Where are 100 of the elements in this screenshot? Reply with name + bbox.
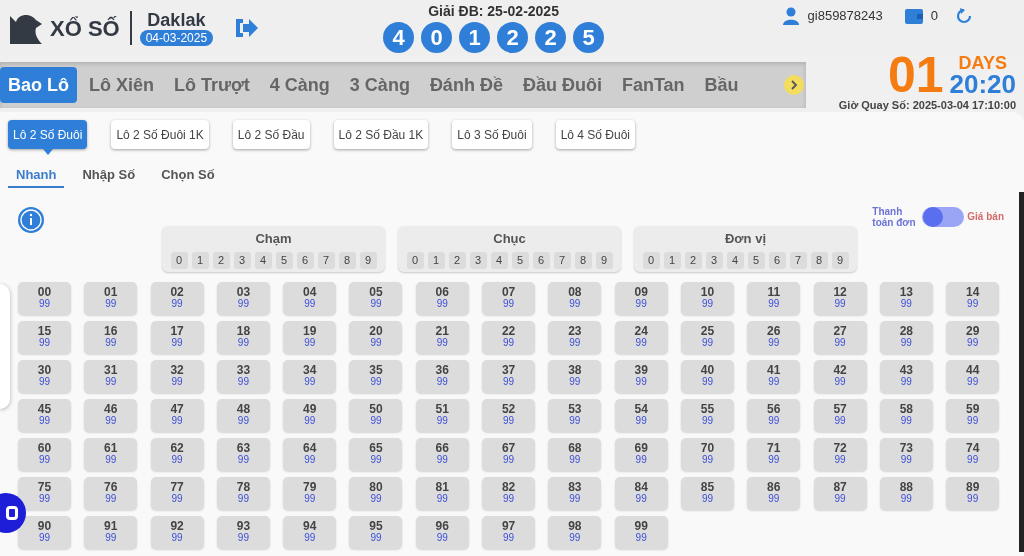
- number-cell[interactable]: 99 99: [614, 515, 668, 549]
- payment-toggle[interactable]: [922, 206, 965, 227]
- number-cell[interactable]: 87 99: [813, 476, 867, 510]
- number-cell[interactable]: 59 99: [946, 398, 1000, 432]
- digit-chip[interactable]: 3: [469, 252, 487, 269]
- number-cell[interactable]: 74 99: [946, 437, 1000, 471]
- number-cell[interactable]: 15 99: [18, 320, 71, 354]
- user-icon[interactable]: [781, 7, 800, 25]
- number-cell[interactable]: 06 99: [415, 281, 469, 315]
- game-tab[interactable]: FanTan: [613, 67, 693, 103]
- number-cell[interactable]: 43 99: [879, 359, 933, 393]
- number-cell[interactable]: 46 99: [84, 398, 138, 432]
- number-cell[interactable]: 72 99: [813, 437, 867, 471]
- number-cell[interactable]: 08 99: [548, 281, 602, 315]
- side-drawer-handle[interactable]: [0, 284, 10, 409]
- bet-type-button[interactable]: Lô 2 Số Đầu 1K: [333, 120, 429, 149]
- number-cell[interactable]: 81 99: [415, 476, 469, 510]
- number-cell[interactable]: 35 99: [349, 359, 403, 393]
- bet-type-button[interactable]: Lô 4 Số Đuôi: [555, 120, 636, 149]
- number-cell[interactable]: 38 99: [548, 359, 602, 393]
- number-cell[interactable]: 70 99: [680, 437, 734, 471]
- number-cell[interactable]: 01 99: [84, 281, 138, 315]
- mode-tab[interactable]: Nhanh: [8, 165, 65, 188]
- number-cell[interactable]: 62 99: [150, 437, 204, 471]
- digit-chip[interactable]: 8: [574, 252, 592, 269]
- digit-chip[interactable]: 1: [663, 252, 681, 269]
- number-cell[interactable]: 60 99: [18, 437, 71, 471]
- number-cell[interactable]: 71 99: [747, 437, 801, 471]
- number-cell[interactable]: 86 99: [747, 476, 801, 510]
- game-tab[interactable]: Bầu: [696, 67, 747, 103]
- number-cell[interactable]: 41 99: [747, 359, 801, 393]
- bet-type-button[interactable]: Lô 2 Số Đuôi 1K: [111, 120, 209, 149]
- number-cell[interactable]: 49 99: [283, 398, 337, 432]
- refresh-icon[interactable]: [956, 8, 972, 24]
- number-cell[interactable]: 61 99: [84, 437, 138, 471]
- digit-chip[interactable]: 0: [170, 252, 188, 269]
- number-cell[interactable]: 52 99: [482, 398, 536, 432]
- number-cell[interactable]: 10 99: [680, 281, 734, 315]
- digit-chip[interactable]: 7: [553, 252, 571, 269]
- number-cell[interactable]: 82 99: [482, 476, 536, 510]
- number-cell[interactable]: 58 99: [879, 398, 933, 432]
- game-tab[interactable]: Đánh Đề: [421, 67, 511, 103]
- number-cell[interactable]: 05 99: [349, 281, 403, 315]
- number-cell[interactable]: 88 99: [879, 476, 933, 510]
- number-cell[interactable]: 83 99: [548, 476, 602, 510]
- number-cell[interactable]: 23 99: [548, 320, 602, 354]
- number-cell[interactable]: 40 99: [680, 359, 734, 393]
- number-cell[interactable]: 25 99: [680, 320, 734, 354]
- number-cell[interactable]: 44 99: [946, 359, 1000, 393]
- number-cell[interactable]: 02 99: [150, 281, 204, 315]
- number-cell[interactable]: 00 99: [18, 281, 71, 315]
- number-cell[interactable]: 57 99: [813, 398, 867, 432]
- number-cell[interactable]: 07 99: [482, 281, 536, 315]
- number-cell[interactable]: 21 99: [415, 320, 469, 354]
- digit-chip[interactable]: 2: [212, 252, 230, 269]
- digit-chip[interactable]: 3: [233, 252, 251, 269]
- number-cell[interactable]: 77 99: [150, 476, 204, 510]
- digit-chip[interactable]: 6: [296, 252, 314, 269]
- digit-chip[interactable]: 6: [768, 252, 786, 269]
- digit-chip[interactable]: 8: [338, 252, 356, 269]
- digit-chip[interactable]: 9: [831, 252, 849, 269]
- number-cell[interactable]: 69 99: [614, 437, 668, 471]
- info-icon[interactable]: [17, 205, 45, 234]
- game-tab[interactable]: Lô Xiên: [81, 67, 162, 103]
- number-cell[interactable]: 55 99: [680, 398, 734, 432]
- bet-type-button[interactable]: Lô 2 Số Đuôi: [8, 120, 88, 149]
- number-cell[interactable]: 98 99: [548, 515, 602, 549]
- number-cell[interactable]: 39 99: [614, 359, 668, 393]
- number-cell[interactable]: 97 99: [482, 515, 536, 549]
- number-cell[interactable]: 29 99: [946, 320, 1000, 354]
- number-cell[interactable]: 65 99: [349, 437, 403, 471]
- digit-chip[interactable]: 1: [191, 252, 209, 269]
- game-tab[interactable]: Bao Lô: [0, 67, 77, 103]
- digit-chip[interactable]: 9: [359, 252, 377, 269]
- digit-chip[interactable]: 2: [684, 252, 702, 269]
- number-cell[interactable]: 32 99: [150, 359, 204, 393]
- number-cell[interactable]: 63 99: [216, 437, 270, 471]
- number-cell[interactable]: 95 99: [349, 515, 403, 549]
- digit-chip[interactable]: 4: [490, 252, 508, 269]
- number-cell[interactable]: 78 99: [216, 476, 270, 510]
- number-cell[interactable]: 76 99: [84, 476, 138, 510]
- digit-chip[interactable]: 4: [726, 252, 744, 269]
- number-cell[interactable]: 54 99: [614, 398, 668, 432]
- number-cell[interactable]: 36 99: [415, 359, 469, 393]
- number-cell[interactable]: 50 99: [349, 398, 403, 432]
- wallet-icon[interactable]: [904, 8, 923, 24]
- number-cell[interactable]: 27 99: [813, 320, 867, 354]
- number-cell[interactable]: 79 99: [283, 476, 337, 510]
- number-cell[interactable]: 09 99: [614, 281, 668, 315]
- digit-chip[interactable]: 4: [254, 252, 272, 269]
- number-cell[interactable]: 89 99: [946, 476, 1000, 510]
- number-cell[interactable]: 90 99: [18, 515, 71, 549]
- number-cell[interactable]: 51 99: [415, 398, 469, 432]
- mode-tab[interactable]: Chọn Số: [153, 165, 223, 188]
- digit-chip[interactable]: 8: [810, 252, 828, 269]
- number-cell[interactable]: 93 99: [216, 515, 270, 549]
- number-cell[interactable]: 42 99: [813, 359, 867, 393]
- number-cell[interactable]: 12 99: [813, 281, 867, 315]
- bet-type-button[interactable]: Lô 2 Số Đầu: [232, 120, 310, 149]
- digit-chip[interactable]: 9: [595, 252, 613, 269]
